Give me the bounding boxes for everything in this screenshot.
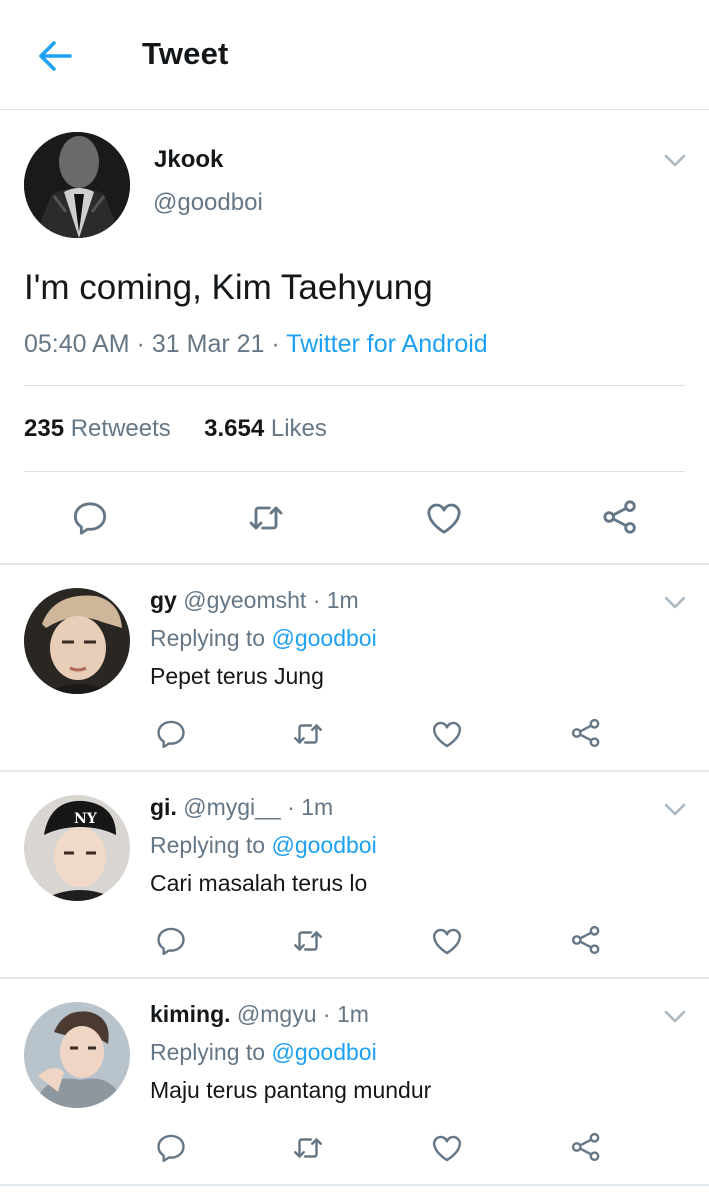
- tweet-text: I'm coming, Kim Taehyung: [24, 268, 433, 307]
- reply-button[interactable]: [154, 717, 188, 751]
- chevron-down-icon: [664, 154, 686, 168]
- reply-author-name[interactable]: kiming.: [150, 1001, 231, 1027]
- replying-to: Replying to @goodboi: [150, 625, 377, 652]
- reply-tweet[interactable]: gy @gyeomsht · 1m Replying to @goodboi P…: [0, 565, 709, 772]
- separator: ·: [312, 587, 321, 613]
- author-handle[interactable]: @goodboi: [153, 189, 263, 217]
- likes-stat[interactable]: 3.654 Likes: [204, 415, 327, 442]
- retweet-button[interactable]: [290, 717, 326, 751]
- replying-to: Replying to @goodboi: [150, 832, 377, 859]
- mention-link[interactable]: @goodboi: [271, 625, 376, 651]
- share-button[interactable]: [569, 1130, 603, 1164]
- retweets-count: 235: [24, 415, 65, 442]
- reply-text: Pepet terus Jung: [150, 663, 324, 689]
- tweet-options-button[interactable]: [664, 154, 686, 168]
- retweet-icon: [245, 498, 287, 538]
- tweet-stats: 235 Retweets 3.654 Likes: [24, 415, 327, 443]
- separator: ·: [322, 1001, 331, 1027]
- reply-button[interactable]: [70, 498, 110, 538]
- page-title: Tweet: [142, 36, 229, 71]
- replying-label: Replying to: [150, 832, 266, 858]
- reply-header: gi. @mygi__ · 1m: [150, 794, 333, 821]
- likes-label: Likes: [270, 415, 327, 442]
- reply-author-name[interactable]: gi.: [150, 794, 177, 820]
- reply-text: Maju terus pantang mundur: [150, 1077, 432, 1103]
- retweet-button[interactable]: [290, 1131, 326, 1165]
- retweet-icon: [290, 717, 326, 751]
- tweet-date: 31 Mar 21: [151, 330, 265, 358]
- tweet-source-link[interactable]: Twitter for Android: [286, 330, 487, 358]
- avatar[interactable]: [24, 1002, 130, 1108]
- heart-icon: [430, 1131, 464, 1165]
- reply-author-handle[interactable]: @mygi__: [183, 794, 281, 820]
- share-button[interactable]: [600, 497, 640, 537]
- replying-to: Replying to @goodboi: [150, 1039, 377, 1066]
- svg-text:NY: NY: [74, 811, 98, 827]
- reply-tweet[interactable]: NY gi. @mygi__ · 1m Replying to @goodboi…: [0, 772, 709, 979]
- back-button[interactable]: [34, 36, 76, 76]
- reply-button[interactable]: [154, 1131, 188, 1165]
- reply-header: kiming. @mgyu · 1m: [150, 1001, 369, 1028]
- reply-options-button[interactable]: [664, 803, 686, 817]
- retweet-icon: [290, 924, 326, 958]
- reply-options-button[interactable]: [664, 1010, 686, 1024]
- reply-tweet[interactable]: kiming. @mgyu · 1m Replying to @goodboi …: [0, 979, 709, 1186]
- reply-author-handle[interactable]: @gyeomsht: [183, 587, 306, 613]
- reply-icon: [154, 717, 188, 751]
- reply-time: 1m: [326, 587, 359, 613]
- chevron-down-icon: [664, 1010, 686, 1024]
- divider: [24, 471, 685, 472]
- reply-author-name[interactable]: gy: [150, 587, 177, 613]
- heart-icon: [423, 498, 465, 538]
- tweet-meta: 05:40 AM · 31 Mar 21 · Twitter for Andro…: [24, 330, 488, 359]
- reply-icon: [154, 924, 188, 958]
- separator: ·: [271, 330, 280, 358]
- retweet-button[interactable]: [245, 498, 287, 538]
- avatar[interactable]: NY: [24, 795, 130, 901]
- retweet-button[interactable]: [290, 924, 326, 958]
- divider: [24, 385, 685, 386]
- reply-time: 1m: [301, 794, 334, 820]
- reply-author-handle[interactable]: @mgyu: [237, 1001, 317, 1027]
- reply-options-button[interactable]: [664, 596, 686, 610]
- heart-icon: [430, 717, 464, 751]
- like-button[interactable]: [430, 924, 464, 958]
- retweets-stat[interactable]: 235 Retweets: [24, 415, 171, 442]
- chevron-down-icon: [664, 596, 686, 610]
- share-icon: [569, 1130, 603, 1164]
- avatar[interactable]: [24, 132, 130, 238]
- share-icon: [569, 716, 603, 750]
- share-button[interactable]: [569, 923, 603, 957]
- separator: ·: [136, 330, 145, 358]
- retweet-icon: [290, 1131, 326, 1165]
- reply-header: gy @gyeomsht · 1m: [150, 587, 359, 614]
- reply-icon: [70, 498, 110, 538]
- reply-button[interactable]: [154, 924, 188, 958]
- reply-icon: [154, 1131, 188, 1165]
- share-icon: [600, 497, 640, 537]
- replying-label: Replying to: [150, 625, 266, 651]
- like-button[interactable]: [423, 498, 465, 538]
- arrow-left-icon: [39, 41, 72, 71]
- like-button[interactable]: [430, 717, 464, 751]
- avatar[interactable]: [24, 588, 130, 694]
- reply-text: Cari masalah terus lo: [150, 870, 368, 896]
- reply-time: 1m: [336, 1001, 369, 1027]
- author-name[interactable]: Jkook: [154, 146, 223, 174]
- heart-icon: [430, 924, 464, 958]
- mention-link[interactable]: @goodboi: [271, 1039, 376, 1065]
- separator: ·: [287, 794, 295, 820]
- likes-count: 3.654: [204, 415, 265, 442]
- replying-label: Replying to: [150, 1039, 266, 1065]
- share-icon: [569, 923, 603, 957]
- share-button[interactable]: [569, 716, 603, 750]
- like-button[interactable]: [430, 1131, 464, 1165]
- top-bar: Tweet: [0, 0, 709, 110]
- mention-link[interactable]: @goodboi: [271, 832, 376, 858]
- tweet-time: 05:40 AM: [24, 330, 130, 358]
- retweets-label: Retweets: [70, 415, 171, 442]
- chevron-down-icon: [664, 803, 686, 817]
